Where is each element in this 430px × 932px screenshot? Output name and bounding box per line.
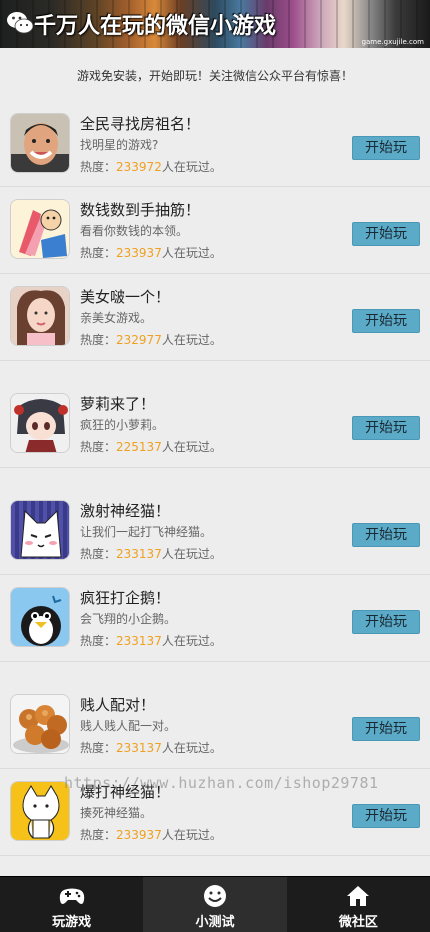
game-title: 数钱数到手抽筋！ (80, 201, 201, 219)
site-url: game.gxujile.com (361, 38, 424, 46)
heat-label: 热度： (80, 634, 117, 648)
game-thumbnail[interactable] (10, 113, 70, 173)
game-heat: 热度：233937人在玩过。 (80, 826, 222, 843)
game-heat: 热度：233137人在玩过。 (80, 545, 222, 562)
game-thumbnail[interactable] (10, 286, 70, 346)
game-heat: 热度：233137人在玩过。 (80, 632, 222, 649)
game-heat: 热度：225137人在玩过。 (80, 438, 222, 455)
home-icon (347, 886, 370, 906)
game-description: 贱人贱人配一对。 (80, 719, 177, 733)
play-button[interactable]: 开始玩 (352, 717, 420, 741)
watermark-text: https://www.huzhan.com/ishop29781 (64, 774, 379, 792)
game-description: 揍死神经猫。 (80, 806, 153, 820)
tab-label: 玩游戏 (52, 915, 92, 930)
tab-play-games[interactable]: 玩游戏 (0, 877, 143, 932)
game-heat: 热度：233972人在玩过。 (80, 158, 222, 175)
heat-suffix: 人在玩过。 (161, 160, 222, 174)
page-title: 千万人在玩的微信小游戏 (34, 14, 277, 39)
notice-text: 游戏免安装，开始即玩！关注微信公众平台有惊喜！ (76, 69, 353, 83)
play-button[interactable]: 开始玩 (352, 222, 420, 246)
play-button[interactable]: 开始玩 (352, 523, 420, 547)
heat-count: 232977 (116, 333, 162, 347)
game-thumbnail[interactable] (10, 500, 70, 560)
game-heat: 热度：233937人在玩过。 (80, 244, 222, 261)
tab-label: 微社区 (338, 915, 378, 930)
game-title: 美女啵一个！ (80, 288, 171, 306)
game-item: 萝莉来了！ 疯狂的小萝莉。 热度：225137人在玩过。 开始玩 (0, 361, 430, 468)
game-thumbnail[interactable] (10, 393, 70, 453)
game-description: 看看你数钱的本领。 (80, 224, 189, 238)
heat-label: 热度： (80, 160, 117, 174)
tab-label: 小测试 (195, 915, 235, 930)
heat-count: 233937 (116, 828, 162, 842)
game-heat: 热度：233137人在玩过。 (80, 739, 222, 756)
heat-count: 233937 (116, 246, 162, 260)
header-banner: 千万人在玩的微信小游戏 game.gxujile.com (0, 0, 430, 48)
tab-community[interactable]: 微社区 (287, 877, 430, 932)
game-item: 激射神经猫！ 让我们一起打飞神经猫。 热度：233137人在玩过。 开始玩 (0, 468, 430, 575)
heat-count: 225137 (116, 440, 162, 454)
heat-label: 热度： (80, 440, 117, 454)
bottom-tab-bar: 玩游戏 小测试 微社区 (0, 876, 430, 932)
game-item: 疯狂打企鹅！ 会飞翔的小企鹅。 热度：233137人在玩过。 开始玩 (0, 575, 430, 662)
wechat-logo-icon (7, 12, 34, 34)
game-heat: 热度：232977人在玩过。 (80, 331, 222, 348)
heat-label: 热度： (80, 828, 117, 842)
gamepad-icon (59, 888, 84, 904)
heat-count: 233137 (116, 741, 162, 755)
game-title: 疯狂打企鹅！ (80, 589, 171, 607)
heat-count: 233972 (116, 160, 162, 174)
game-item: 贱人配对！ 贱人贱人配一对。 热度：233137人在玩过。 开始玩 (0, 662, 430, 769)
game-description: 会飞翔的小企鹅。 (80, 612, 177, 626)
heat-label: 热度： (80, 741, 117, 755)
play-button[interactable]: 开始玩 (352, 610, 420, 634)
game-item: 数钱数到手抽筋！ 看看你数钱的本领。 热度：233937人在玩过。 开始玩 (0, 187, 430, 274)
game-title: 贱人配对！ (80, 696, 156, 714)
heat-label: 热度： (80, 547, 117, 561)
heat-suffix: 人在玩过。 (161, 828, 222, 842)
game-item: 美女啵一个！ 亲美女游戏。 热度：232977人在玩过。 开始玩 (0, 274, 430, 361)
heat-label: 热度： (80, 246, 117, 260)
heat-suffix: 人在玩过。 (161, 547, 222, 561)
heat-suffix: 人在玩过。 (161, 440, 222, 454)
game-thumbnail[interactable] (10, 694, 70, 754)
game-description: 找明星的游戏? (80, 138, 159, 152)
game-description: 让我们一起打飞神经猫。 (80, 525, 213, 539)
heat-suffix: 人在玩过。 (161, 333, 222, 347)
heat-count: 233137 (116, 634, 162, 648)
game-thumbnail[interactable] (10, 587, 70, 647)
play-button[interactable]: 开始玩 (352, 136, 420, 160)
tab-quiz[interactable]: 小测试 (143, 877, 287, 932)
play-button[interactable]: 开始玩 (352, 309, 420, 333)
game-item: 全民寻找房祖名！ 找明星的游戏? 热度：233972人在玩过。 开始玩 (0, 100, 430, 187)
heat-suffix: 人在玩过。 (161, 741, 222, 755)
heat-suffix: 人在玩过。 (161, 634, 222, 648)
game-thumbnail[interactable] (10, 781, 70, 841)
play-button[interactable]: 开始玩 (352, 804, 420, 828)
game-thumbnail[interactable] (10, 199, 70, 259)
play-button[interactable]: 开始玩 (352, 416, 420, 440)
heat-count: 233137 (116, 547, 162, 561)
game-title: 全民寻找房祖名！ (80, 115, 201, 133)
smiley-icon (203, 885, 226, 907)
game-description: 疯狂的小萝莉。 (80, 418, 165, 432)
game-list: 全民寻找房祖名！ 找明星的游戏? 热度：233972人在玩过。 开始玩 数钱数到… (0, 100, 430, 856)
game-title: 激射神经猫！ (80, 502, 171, 520)
heat-label: 热度： (80, 333, 117, 347)
game-title: 萝莉来了！ (80, 395, 156, 413)
heat-suffix: 人在玩过。 (161, 246, 222, 260)
game-description: 亲美女游戏。 (80, 311, 153, 325)
